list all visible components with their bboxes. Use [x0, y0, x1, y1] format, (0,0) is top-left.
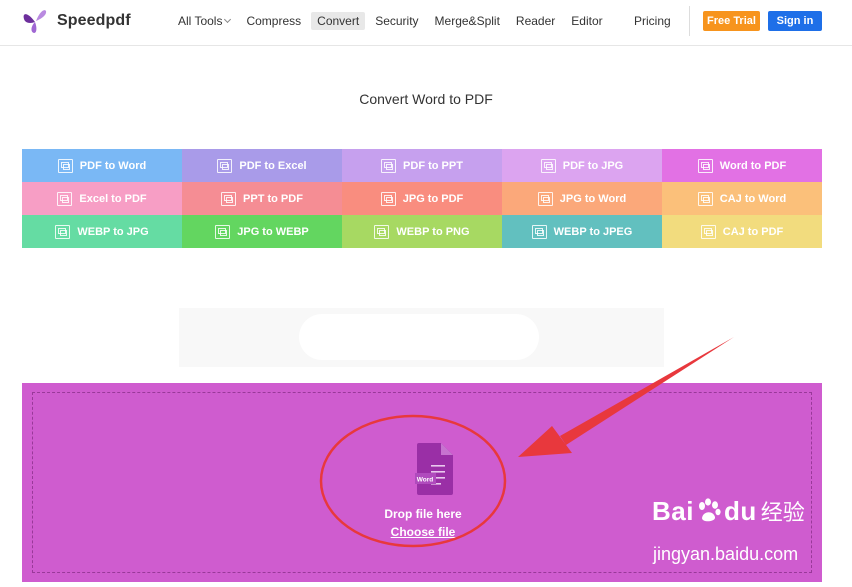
blurred-banner: [179, 308, 664, 367]
tool-tile-label: CAJ to PDF: [722, 225, 784, 238]
word-file-icon: Word: [415, 443, 453, 495]
tool-tile-label: Excel to PDF: [79, 192, 147, 205]
tool-tile-pdf-to-jpg[interactable]: PDF to JPG: [502, 149, 662, 182]
image-convert-icon: [537, 191, 553, 206]
tool-tile-caj-to-pdf[interactable]: CAJ to PDF: [662, 215, 822, 248]
choose-file-link[interactable]: Choose file: [391, 525, 456, 539]
image-convert-icon: [531, 224, 547, 239]
tool-tile-pdf-to-word[interactable]: PDF to Word: [22, 149, 182, 182]
tool-tile-pdf-to-ppt[interactable]: PDF to PPT: [342, 149, 502, 182]
image-convert-icon: [374, 224, 390, 239]
top-nav: Speedpdf All Tools Compress Convert Secu…: [0, 0, 852, 46]
tool-tile-label: WEBP to JPG: [77, 225, 149, 238]
page-title: Convert Word to PDF: [359, 91, 493, 107]
image-convert-icon: [215, 224, 231, 239]
file-type-badge: Word: [417, 477, 434, 484]
blurred-smudge: [299, 314, 539, 360]
tool-tile-caj-to-word[interactable]: CAJ to Word: [662, 182, 822, 215]
menu-all-tools[interactable]: All Tools: [172, 12, 236, 30]
image-convert-icon: [700, 224, 716, 239]
tool-tile-label: JPG to PDF: [402, 192, 464, 205]
menu-reader[interactable]: Reader: [510, 12, 561, 30]
tool-tile-jpg-to-pdf[interactable]: JPG to PDF: [342, 182, 502, 215]
tool-tile-jpg-to-webp[interactable]: JPG to WEBP: [182, 215, 342, 248]
tool-tile-pdf-to-excel[interactable]: PDF to Excel: [182, 149, 342, 182]
image-convert-icon: [381, 158, 397, 173]
tool-tile-label: WEBP to JPEG: [553, 225, 633, 238]
image-convert-icon: [217, 158, 233, 173]
drop-file-text: Drop file here: [384, 507, 462, 521]
brand-logo[interactable]: Speedpdf: [22, 8, 131, 34]
tool-tile-label: WEBP to PNG: [396, 225, 470, 238]
image-convert-icon: [57, 158, 73, 173]
menu-pricing[interactable]: Pricing: [634, 14, 671, 28]
tool-grid: PDF to Word PDF to Excel PDF to PPT PDF to …: [22, 149, 822, 248]
tool-tile-webp-to-jpg[interactable]: WEBP to JPG: [22, 215, 182, 248]
image-convert-icon: [57, 191, 73, 206]
upload-dropzone[interactable]: Word Drop file here Choose file: [22, 383, 822, 582]
image-convert-icon: [380, 191, 396, 206]
tool-tile-label: PDF to PPT: [403, 159, 463, 172]
tool-tile-label: PPT to PDF: [243, 192, 303, 205]
free-trial-button[interactable]: Free Trial: [703, 11, 760, 31]
tool-tile-label: PDF to Word: [79, 159, 147, 172]
menu-security[interactable]: Security: [369, 12, 424, 30]
dropzone-dashed-border[interactable]: Word Drop file here Choose file: [32, 392, 812, 573]
image-convert-icon: [697, 191, 713, 206]
menu-editor[interactable]: Editor: [565, 12, 608, 30]
main-menu: All Tools Compress Convert Security Merg…: [172, 12, 613, 30]
tool-tile-excel-to-pdf[interactable]: Excel to PDF: [22, 182, 182, 215]
menu-merge-split[interactable]: Merge&Split: [429, 12, 506, 30]
chevron-down-icon: [224, 15, 232, 24]
tool-tile-label: Word to PDF: [719, 159, 787, 172]
menu-all-tools-label: All Tools: [178, 14, 223, 28]
tool-tile-label: PDF to JPG: [562, 159, 624, 172]
image-convert-icon: [540, 158, 556, 173]
tool-tile-ppt-to-pdf[interactable]: PPT to PDF: [182, 182, 342, 215]
image-convert-icon: [221, 191, 237, 206]
tool-tile-label: CAJ to Word: [719, 192, 787, 205]
tool-tile-webp-to-png[interactable]: WEBP to PNG: [342, 215, 502, 248]
nav-divider: [689, 6, 690, 36]
menu-compress[interactable]: Compress: [240, 12, 307, 30]
image-convert-icon: [697, 158, 713, 173]
tool-tile-word-to-pdf[interactable]: Word to PDF: [662, 149, 822, 182]
menu-convert[interactable]: Convert: [311, 12, 366, 30]
tool-tile-label: JPG to Word: [559, 192, 627, 205]
image-convert-icon: [55, 224, 71, 239]
tool-tile-label: JPG to WEBP: [237, 225, 309, 238]
brand-name: Speedpdf: [57, 12, 131, 29]
butterfly-logo-icon: [23, 10, 47, 33]
tool-tile-jpg-to-word[interactable]: JPG to Word: [502, 182, 662, 215]
tool-tile-webp-to-jpeg[interactable]: WEBP to JPEG: [502, 215, 662, 248]
tool-tile-label: PDF to Excel: [239, 159, 307, 172]
sign-in-button[interactable]: Sign in: [768, 11, 822, 31]
